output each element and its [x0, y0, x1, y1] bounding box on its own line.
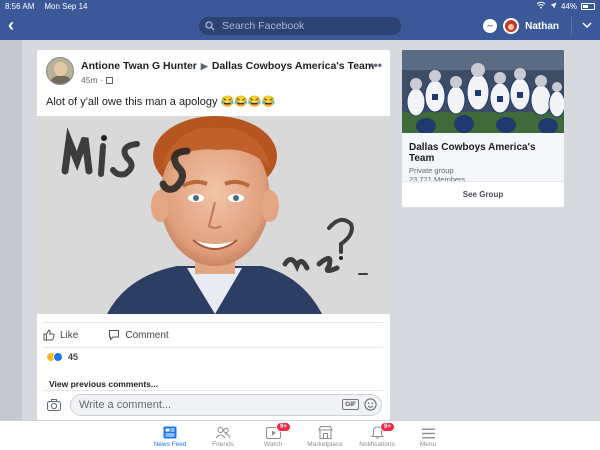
audience-icon: [106, 76, 114, 84]
friends-icon: [215, 427, 231, 439]
group-link[interactable]: Dallas Cowboys America's Team: [212, 60, 374, 72]
post-time[interactable]: 45m: [81, 75, 98, 85]
search-icon: [205, 21, 215, 31]
group-privacy: Private group: [409, 166, 454, 175]
reactions-summary[interactable]: 45: [46, 352, 78, 362]
top-navbar: ‹ Search Facebook Nathan: [0, 12, 600, 40]
gif-button[interactable]: GIF: [342, 399, 359, 410]
comment-placeholder: Write a comment...: [79, 399, 172, 411]
tab-label: Marketplace: [307, 441, 343, 448]
post-title-line: Antione Twan G Hunter ▶ Dallas Cowboys A…: [81, 60, 374, 72]
status-date: Mon Sep 14: [44, 1, 88, 11]
thumbs-up-icon: [43, 329, 55, 341]
tab-menu[interactable]: Menu: [398, 425, 458, 448]
see-group-button[interactable]: See Group: [402, 181, 564, 207]
more-options-icon[interactable]: •••: [369, 58, 382, 72]
group-info: Dallas Cowboys America's Team Private gr…: [402, 133, 564, 184]
nav-divider: [571, 17, 572, 35]
post-actions: Like Comment: [43, 326, 383, 344]
comment-label: Comment: [125, 329, 169, 341]
search-bar[interactable]: Search Facebook: [199, 17, 401, 35]
like-reaction-icon: [53, 352, 63, 362]
tab-watch[interactable]: 9+ Watch: [243, 422, 303, 448]
group-cover-photo[interactable]: [402, 50, 564, 133]
camera-icon[interactable]: [47, 398, 61, 416]
bottom-tab-bar: News Feed Friends 9+ Watch Marketplace 9…: [0, 420, 600, 450]
comment-button[interactable]: Comment: [108, 329, 169, 341]
nav-right: Nathan: [483, 17, 592, 35]
tab-label: News Feed: [153, 441, 187, 448]
separator: [43, 390, 383, 391]
status-right: 44%: [536, 1, 595, 11]
post-photo[interactable]: [37, 116, 390, 314]
tab-label: Menu: [419, 441, 437, 448]
news-feed-icon: [163, 426, 177, 439]
group-card: Dallas Cowboys America's Team Private gr…: [402, 50, 564, 207]
search-placeholder: Search Facebook: [222, 20, 305, 32]
wifi-icon: [536, 1, 546, 11]
author-name[interactable]: Antione Twan G Hunter: [81, 60, 197, 72]
profile-avatar[interactable]: [503, 18, 520, 34]
like-label: Like: [60, 329, 79, 341]
status-bar: 8:56 AM Mon Sep 14 44%: [0, 0, 600, 12]
menu-icon: [421, 428, 435, 439]
battery-icon: [581, 2, 595, 10]
left-column-strip: [0, 40, 22, 420]
location-icon: [550, 2, 557, 11]
right-triangle-icon: ▶: [200, 60, 208, 71]
post-text: Alot of y'all owe this man a apology 😂😂😂…: [46, 96, 276, 108]
comment-input[interactable]: Write a comment... GIF: [70, 394, 382, 416]
tab-marketplace[interactable]: Marketplace: [295, 425, 355, 448]
emoji-icon[interactable]: [364, 398, 377, 414]
notifications-badge: 9+: [380, 422, 395, 432]
tab-news-feed[interactable]: News Feed: [140, 425, 200, 448]
like-button[interactable]: Like: [43, 329, 78, 341]
profile-name[interactable]: Nathan: [525, 21, 559, 32]
status-time: 8:56 AM: [5, 1, 35, 11]
dot-separator: ·: [100, 75, 104, 85]
back-chevron-icon[interactable]: ‹: [8, 15, 14, 35]
post-meta: 45m ·: [81, 75, 374, 85]
separator: [43, 347, 383, 348]
post-card: Antione Twan G Hunter ▶ Dallas Cowboys A…: [37, 50, 390, 420]
battery-percent: 44%: [560, 1, 577, 11]
author-avatar[interactable]: [46, 57, 74, 85]
chevron-down-icon[interactable]: [582, 21, 592, 32]
view-previous-comments[interactable]: View previous comments...: [49, 379, 158, 389]
post-header: Antione Twan G Hunter ▶ Dallas Cowboys A…: [46, 57, 374, 85]
messenger-icon[interactable]: [483, 19, 498, 33]
marketplace-icon: [317, 426, 333, 439]
group-name[interactable]: Dallas Cowboys America's Team: [409, 142, 557, 164]
tab-label: Watch: [263, 441, 283, 448]
separator: [43, 322, 383, 323]
watch-badge: 9+: [276, 422, 291, 432]
comment-bubble-icon: [109, 330, 120, 341]
reaction-count: 45: [68, 352, 79, 362]
